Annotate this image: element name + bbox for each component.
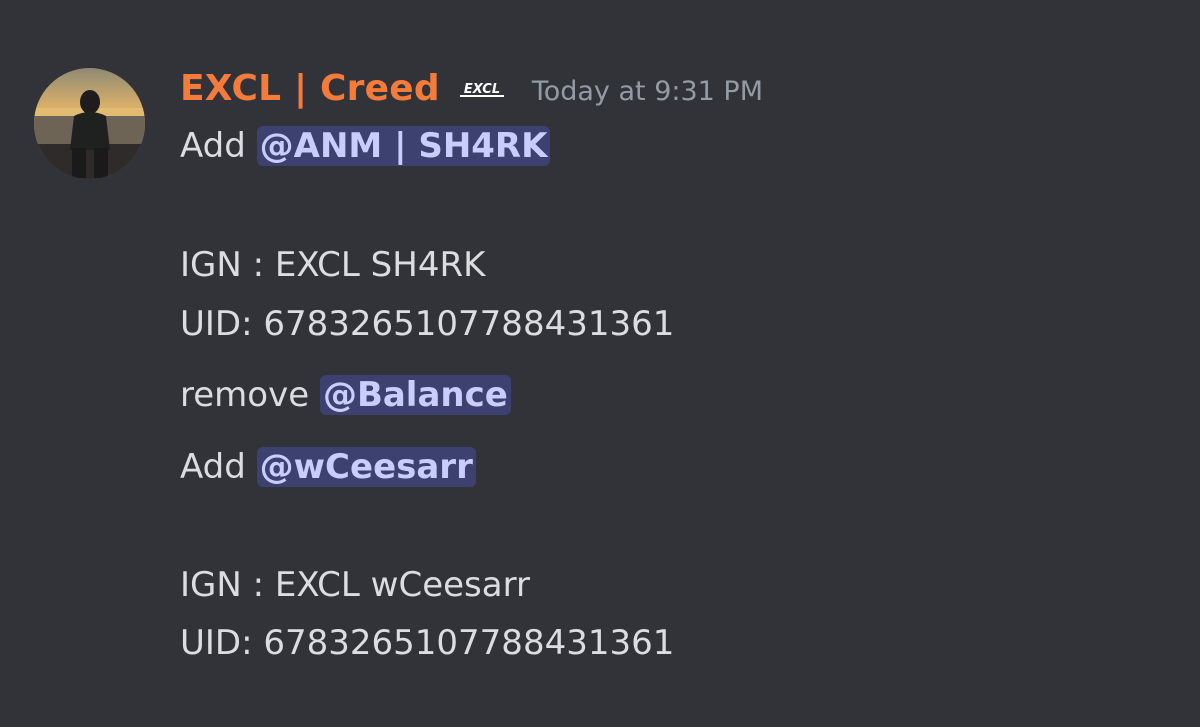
excl-logo-icon: EXCL bbox=[458, 78, 506, 98]
message-line: UID: 6783265107788431361 bbox=[180, 300, 674, 348]
user-mention[interactable]: @Balance bbox=[319, 375, 511, 415]
avatar[interactable] bbox=[34, 68, 145, 179]
chat-message: EXCL | Creed EXCL Today at 9:31 PM Add @… bbox=[0, 0, 1200, 727]
message-timestamp: Today at 9:31 PM bbox=[531, 75, 764, 107]
message-text: IGN : EXCL SH4RK bbox=[180, 245, 486, 285]
user-mention[interactable]: @wCeesarr bbox=[256, 447, 476, 487]
message-line: Add @wCeesarr bbox=[180, 443, 476, 491]
message-line: IGN : EXCL SH4RK bbox=[180, 241, 485, 289]
message-text: remove bbox=[180, 375, 310, 415]
message-line: remove @Balance bbox=[180, 371, 511, 419]
message-text: Add bbox=[180, 126, 246, 166]
author-name[interactable]: EXCL | Creed bbox=[180, 68, 440, 109]
message-text: Add bbox=[180, 447, 246, 487]
message-header: EXCL | Creed EXCL Today at 9:31 PM bbox=[180, 62, 763, 114]
message-text: UID: 6783265107788431361 bbox=[180, 304, 675, 344]
message-line: Add @ANM | SH4RK bbox=[180, 122, 551, 170]
message-line: IGN : EXCL wCeesarr bbox=[180, 561, 530, 609]
message-text: UID: 6783265107788431361 bbox=[180, 623, 675, 663]
message-text: IGN : EXCL wCeesarr bbox=[180, 565, 530, 605]
message-line: UID: 6783265107788431361 bbox=[180, 619, 674, 667]
user-mention[interactable]: @ANM | SH4RK bbox=[256, 126, 551, 166]
avatar-photo-icon bbox=[34, 68, 145, 179]
badge-text: EXCL bbox=[464, 82, 500, 97]
